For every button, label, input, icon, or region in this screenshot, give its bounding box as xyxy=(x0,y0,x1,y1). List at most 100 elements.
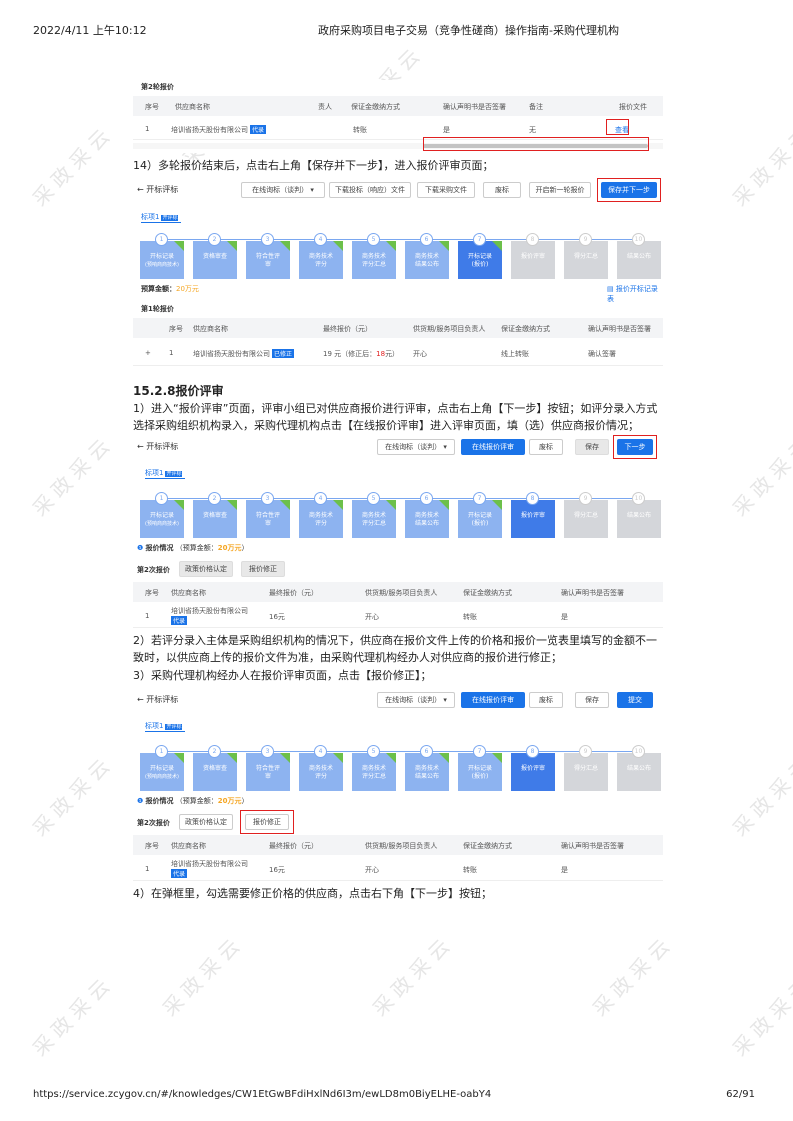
done-mark xyxy=(492,500,502,510)
step-8[interactable]: 报价评审 8 xyxy=(511,233,555,279)
round-label: 第1轮报价 xyxy=(141,305,174,313)
download-bid-button[interactable]: 下载投标（响应）文件 xyxy=(329,182,411,198)
step-label: 报价评审 xyxy=(520,253,545,260)
step-4[interactable]: 商务技术 评分 4 xyxy=(299,492,343,538)
save-button[interactable]: 保存 xyxy=(575,692,609,708)
step-10[interactable]: 结果公布 10 xyxy=(617,233,661,279)
new-round-button[interactable]: 开启新一轮报价 xyxy=(529,182,591,198)
step-2[interactable]: 资格审查 2 xyxy=(193,492,237,538)
tab-item-1[interactable]: 标项1 开评标 xyxy=(145,721,183,731)
step-10[interactable]: 结果公布 10 xyxy=(617,745,661,791)
quote-info: ❶ 报价情况 （预算金额：20万元） xyxy=(137,543,249,553)
step-number: 4 xyxy=(314,233,327,246)
step-5[interactable]: 商务技术 评分汇总 5 xyxy=(352,492,396,538)
col-header: 保证金缴纳方式 xyxy=(463,842,512,850)
back-link[interactable]: ← 开标评标 xyxy=(137,184,178,195)
table-header: 序号 供应商名称 最终报价（元） 供货期/服务项目负责人 保证金缴纳方式 确认声… xyxy=(133,582,663,602)
step-1-text: 1）进入“报价评审”页面，评审小组已对供应商报价进行评审，点击右上角【下一步】按… xyxy=(133,402,658,432)
submit-button[interactable]: 提交 xyxy=(617,692,653,708)
col-header: 确认声明书是否签署 xyxy=(443,103,506,111)
step-9[interactable]: 得分汇总 9 xyxy=(564,492,608,538)
step-number: 3 xyxy=(261,492,274,505)
step-9[interactable]: 得分汇总 9 xyxy=(564,233,608,279)
budget-label: 预算金额： xyxy=(141,285,176,293)
quote-info: ❶ 报价情况 （预算金额：20万元） xyxy=(137,796,249,806)
budget-amount: 20万元 xyxy=(217,544,242,552)
step-number: 8 xyxy=(526,492,539,505)
abandon-bid-button[interactable]: 废标 xyxy=(483,182,521,198)
info-label: 报价情况 xyxy=(145,544,174,552)
tab-policy-price[interactable]: 政策价格认定 xyxy=(179,814,233,830)
step-3[interactable]: 符合性评审 3 xyxy=(246,233,290,279)
quote-round-screenshot: 第2轮报价 序号 供应商名称 责人 保证金缴纳方式 确认声明书是否签署 备注 报… xyxy=(133,80,663,153)
watermark: 采政采云 xyxy=(727,750,793,841)
step-4[interactable]: 商务技术 评分 4 xyxy=(299,233,343,279)
deposit-method: 线上转账 xyxy=(501,350,529,358)
online-price-review-button[interactable]: 在线报价评审 xyxy=(461,439,525,455)
step-label: 得分汇总 xyxy=(573,765,598,772)
col-header: 保证金缴纳方式 xyxy=(463,589,512,597)
record-link[interactable]: ▤ 报价开标记录表 xyxy=(607,284,663,304)
step-6[interactable]: 商务技术 结果公布 6 xyxy=(405,492,449,538)
step-label: 符合性评 xyxy=(255,512,280,519)
step-9[interactable]: 得分汇总 9 xyxy=(564,745,608,791)
responsible-person: 开心 xyxy=(365,866,379,874)
tab-policy-price[interactable]: 政策价格认定 xyxy=(179,561,233,577)
save-button[interactable]: 保存 xyxy=(575,439,609,455)
abandon-bid-button[interactable]: 废标 xyxy=(529,692,563,708)
step-6[interactable]: 商务技术 结果公布 6 xyxy=(405,233,449,279)
online-inquiry-select[interactable]: 在线询标（谈判） ▾ xyxy=(241,182,325,198)
step-5[interactable]: 商务技术 评分汇总 5 xyxy=(352,745,396,791)
col-header: 最终报价（元） xyxy=(269,842,318,850)
done-mark xyxy=(386,500,396,510)
tab-item-1[interactable]: 标项1 开评标 xyxy=(141,212,179,222)
back-link[interactable]: ← 开标评标 xyxy=(137,441,178,452)
page-url[interactable]: https://service.zcygov.cn/#/knowledges/C… xyxy=(33,1089,491,1100)
expand-icon[interactable]: + xyxy=(145,349,151,357)
back-link[interactable]: ← 开标评标 xyxy=(137,694,178,705)
step-1[interactable]: 开标记录 (预响商商技术) 1 xyxy=(140,492,184,538)
step-7[interactable]: 开标记录 (报价) 7 xyxy=(458,745,502,791)
info-icon: ❶ xyxy=(137,797,144,805)
signed-status: 是 xyxy=(561,613,568,621)
done-mark xyxy=(280,241,290,251)
supplier-name: 培训省扬天股份有限公司 xyxy=(171,607,248,615)
step-6[interactable]: 商务技术 结果公布 6 xyxy=(405,745,449,791)
deposit-method: 转账 xyxy=(463,613,477,621)
online-inquiry-select[interactable]: 在线询标（谈判） ▾ xyxy=(377,439,455,455)
step-2[interactable]: 资格审查 2 xyxy=(193,745,237,791)
step-sublabel: (预响商商技术) xyxy=(145,774,179,780)
step-4[interactable]: 商务技术 评分 4 xyxy=(299,745,343,791)
tab-label: 标项1 xyxy=(145,469,164,477)
price-review-screenshot: ← 开标评标 在线询标（谈判） ▾ 在线报价评审 废标 保存 下一步 标项1 开评… xyxy=(133,435,663,629)
step-8[interactable]: 报价评审 8 xyxy=(511,745,555,791)
table-row: 1 培训省扬天股份有限公司 代录 16元 开心 转账 是 xyxy=(133,604,663,628)
online-inquiry-select[interactable]: 在线询标（谈判） ▾ xyxy=(377,692,455,708)
supplier-name-text: 培训省扬天股份有限公司 xyxy=(171,126,248,134)
step-sublabel: (报价) xyxy=(471,261,489,268)
step-1[interactable]: 开标记录 (预响商商技术) 1 xyxy=(140,745,184,791)
step-label: 资格审查 xyxy=(202,512,227,519)
step-8[interactable]: 报价评审 8 xyxy=(511,492,555,538)
step-7[interactable]: 开标记录 (报价) 7 xyxy=(458,233,502,279)
step-4-text: 4）在弹框里，勾选需要修正价格的供应商，点击右下角【下一步】按钮； xyxy=(133,887,492,900)
step-1[interactable]: 开标记录 (预响商商技术) 1 xyxy=(140,233,184,279)
step-10[interactable]: 结果公布 10 xyxy=(617,492,661,538)
tab-price-correction[interactable]: 报价修正 xyxy=(241,561,285,577)
step-3[interactable]: 符合性评审 3 xyxy=(246,492,290,538)
abandon-bid-button[interactable]: 废标 xyxy=(529,439,563,455)
budget-label: （预算金额： xyxy=(175,544,218,552)
tab-badge: 开评标 xyxy=(165,724,183,730)
done-mark xyxy=(386,753,396,763)
step-2[interactable]: 资格审查 2 xyxy=(193,233,237,279)
inquiry-label: 在线询标（谈判） xyxy=(385,443,442,451)
step-7[interactable]: 开标记录 (报价) 7 xyxy=(458,492,502,538)
step-3[interactable]: 符合性评审 3 xyxy=(246,745,290,791)
download-procurement-button[interactable]: 下载采购文件 xyxy=(417,182,475,198)
online-price-review-button[interactable]: 在线报价评审 xyxy=(461,692,525,708)
step-label: 符合性评 xyxy=(255,765,280,772)
price-text: 19 元（修正后： xyxy=(323,350,377,358)
tab-item-1[interactable]: 标项1 开评标 xyxy=(145,468,183,478)
step-5[interactable]: 商务技术 评分汇总 5 xyxy=(352,233,396,279)
step-label: 结果公布 xyxy=(626,765,651,772)
